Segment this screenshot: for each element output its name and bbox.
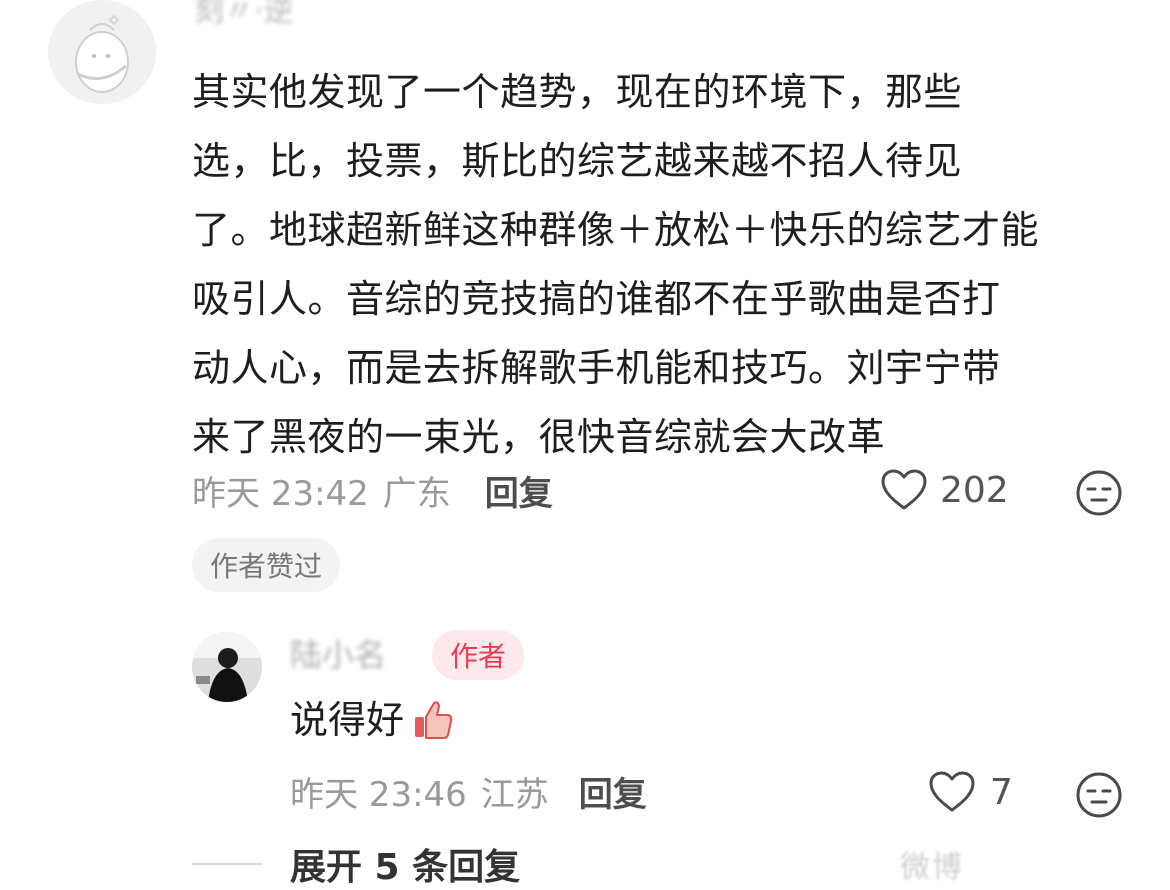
- commenter-username[interactable]: 刻〃·逆: [194, 0, 294, 30]
- reply-button[interactable]: 回复: [485, 466, 553, 515]
- author-liked-badge: 作者赞过: [192, 538, 341, 592]
- comment-location: 广东: [382, 473, 451, 514]
- replier-avatar[interactable]: [192, 632, 262, 702]
- like-count: 202: [940, 469, 1009, 511]
- comment-line: 其实他发现了一个趋势，现在的环境下，那些: [192, 70, 963, 114]
- comment-line: 吸引人。音综的竞技搞的谁都不在乎歌曲是否打: [192, 277, 1001, 321]
- divider: [192, 863, 262, 865]
- reply-meta: 昨天 23:46 江苏 回复: [290, 764, 647, 818]
- replier-username[interactable]: 陆小名: [290, 630, 386, 676]
- reply-body: 说得好: [290, 692, 456, 748]
- comment-line: 选，比，投票，斯比的综艺越来越不招人待见: [192, 139, 963, 183]
- comment-time: 昨天 23:42: [192, 473, 369, 514]
- author-badge: 作者: [432, 630, 525, 680]
- comment-line: 了。地球超新鲜这种群像＋放松＋快乐的综艺才能: [192, 208, 1040, 252]
- reply-button[interactable]: 回复: [579, 767, 647, 816]
- commenter-avatar[interactable]: [48, 0, 156, 104]
- comment-body: 其实他发现了一个趋势，现在的环境下，那些 选，比，投票，斯比的综艺越来越不招人待…: [192, 58, 1132, 472]
- dislike-face-icon[interactable]: [1074, 770, 1124, 820]
- reply-time: 昨天 23:46: [290, 774, 467, 815]
- like-button[interactable]: 202: [880, 462, 1009, 518]
- reply-text: 说得好: [290, 698, 405, 742]
- comment-line: 动人心，而是去拆解歌手机能和技巧。刘宇宁带: [192, 346, 1001, 390]
- comment-meta: 昨天 23:42 广东 回复: [192, 464, 553, 516]
- heart-icon: [881, 469, 927, 510]
- dislike-face-icon[interactable]: [1074, 468, 1124, 518]
- like-button[interactable]: 7: [928, 764, 1013, 820]
- like-count: 7: [990, 771, 1013, 813]
- expand-replies[interactable]: 展开 5 条回复: [192, 836, 520, 890]
- comment-thread: 刻〃·逆 其实他发现了一个趋势，现在的环境下，那些 选，比，投票，斯比的综艺越来…: [0, 0, 1170, 890]
- reply-location: 江苏: [480, 774, 549, 815]
- watermark: 微博: [900, 850, 964, 885]
- heart-icon: [929, 771, 975, 812]
- thumbs-up-icon: [415, 701, 453, 739]
- expand-replies-label[interactable]: 展开 5 条回复: [290, 838, 520, 890]
